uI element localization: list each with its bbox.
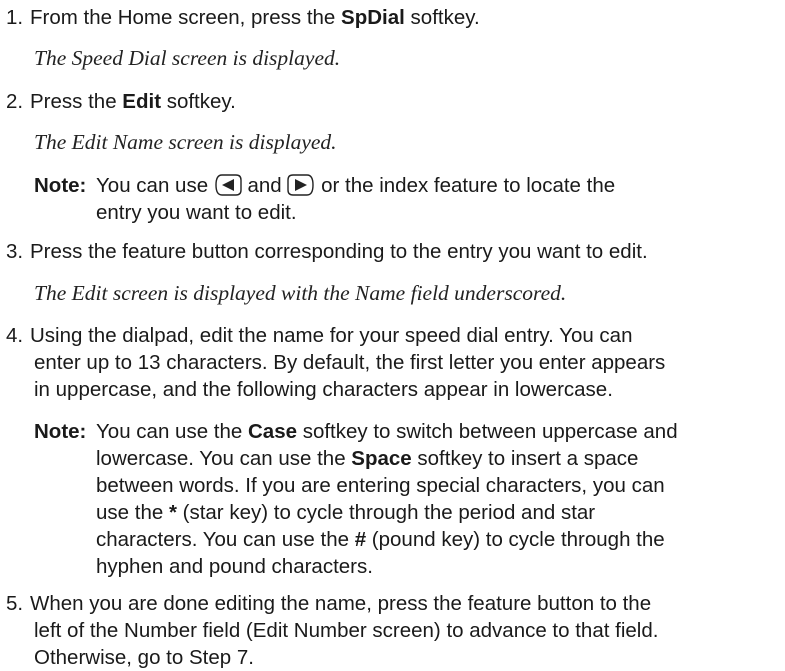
step-result: The Edit Name screen is displayed. xyxy=(34,130,337,154)
step-text-line: in uppercase, and the following characte… xyxy=(34,378,613,401)
step-number: 5. xyxy=(6,592,24,615)
step-text-line: Using the dialpad, edit the name for you… xyxy=(30,324,633,347)
step-text-line: left of the Number field (Edit Number sc… xyxy=(34,619,659,642)
step-text-line: enter up to 13 characters. By default, t… xyxy=(34,351,666,374)
note-label: Note: xyxy=(34,420,87,443)
left-arrow-key-icon xyxy=(215,174,242,196)
softkey-name: Case xyxy=(247,420,297,443)
instruction-page: 1. From the Home screen, press the SpDial… xyxy=(0,0,785,671)
step-number: 4. xyxy=(6,324,24,347)
step-text-line: Otherwise, go to Step 7. xyxy=(34,646,254,669)
step-text: Press the feature button corresponding t… xyxy=(30,240,648,263)
softkey-name: Edit xyxy=(122,90,162,113)
step-text-line: When you are done editing the name, pres… xyxy=(30,592,652,615)
softkey-name: SpDial xyxy=(341,6,405,29)
step-number: 1. xyxy=(6,6,24,29)
step-result: The Speed Dial screen is displayed. xyxy=(34,46,341,70)
note-body: You can use the Case softkey to switch b… xyxy=(96,420,678,578)
softkey-name: Space xyxy=(351,447,412,470)
key-name: # xyxy=(354,528,367,551)
note-label: Note: xyxy=(34,174,87,197)
step-2: 2. Press the Edit softkey. xyxy=(6,88,776,115)
right-arrow-key-icon xyxy=(287,174,315,196)
step-text: From the Home screen, press the SpDial s… xyxy=(30,6,480,29)
step-number: 2. xyxy=(6,90,24,113)
step-4: 4. Using the dialpad, edit the name for y… xyxy=(6,322,776,349)
step-result: The Edit screen is displayed with the Na… xyxy=(34,281,567,305)
step-number: 3. xyxy=(6,240,24,263)
step-5: 5. When you are done editing the name, pr… xyxy=(6,590,776,617)
step-1: 1. From the Home screen, press the SpDial… xyxy=(6,4,776,31)
step-text: Press the Edit softkey. xyxy=(30,90,236,113)
note-block: Note: You can use and or the index featu… xyxy=(34,172,774,228)
step-3: 3. Press the feature button corresponding… xyxy=(6,238,776,265)
note-block: Note: You can use the Case softkey to sw… xyxy=(34,418,774,583)
note-body: You can use and or the index feature to … xyxy=(96,174,616,224)
key-name: * xyxy=(168,501,177,524)
